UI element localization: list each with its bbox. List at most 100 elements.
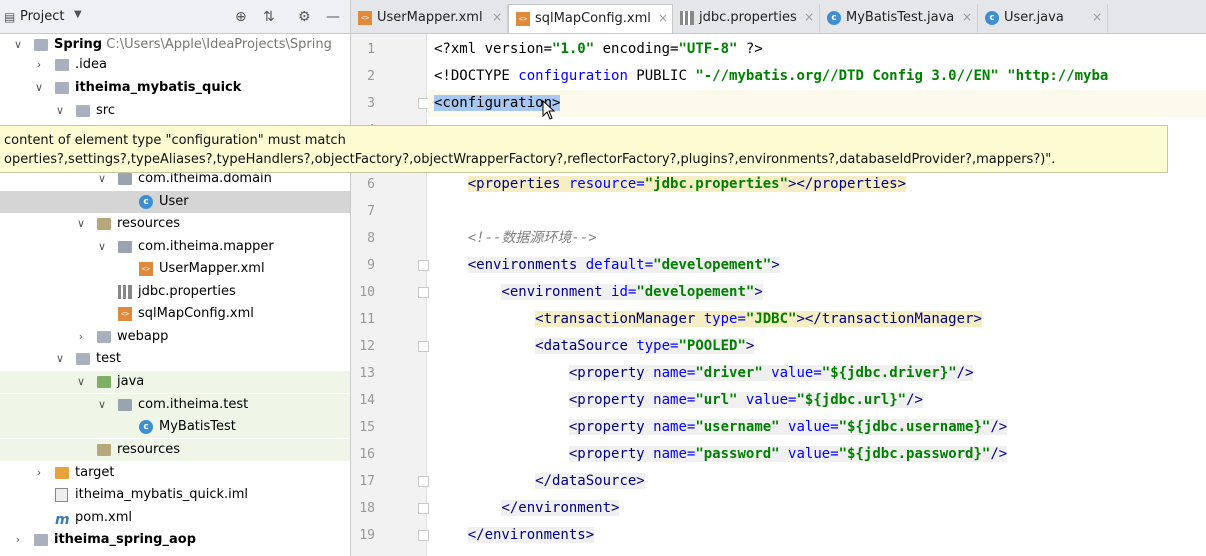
editor-tab[interactable]: c MyBatisTest.java × xyxy=(820,4,978,33)
editor-tab[interactable]: <> UserMapper.xml × xyxy=(351,4,508,33)
tree-item[interactable]: › itheima_spring_aop xyxy=(0,529,350,551)
close-icon[interactable]: × xyxy=(492,4,502,31)
code-line: <property name="password" value="${jdbc.… xyxy=(434,441,1008,468)
tree-item[interactable]: ∨ Spring C:\Users\Apple\IdeaProjects\Spri… xyxy=(0,34,350,56)
tree-item[interactable]: ∨ java xyxy=(0,371,350,393)
code-token: "JDBC" xyxy=(745,311,797,327)
close-icon[interactable]: × xyxy=(1092,4,1102,31)
code-token: <!DOCTYPE xyxy=(434,68,519,84)
tree-item-label: itheima_spring_aop xyxy=(54,532,196,547)
tooltip-line-1: content of element type "configuration" … xyxy=(4,133,346,148)
code-token: <!--数据源环境--> xyxy=(467,230,597,246)
tree-item-label: User xyxy=(159,194,189,209)
code-line: <properties resource="jdbc.properties"><… xyxy=(434,171,907,198)
line-number: 1 xyxy=(367,42,375,57)
tree-item[interactable]: m pom.xml xyxy=(0,507,350,529)
code-token: "${jdbc.username}" xyxy=(838,419,991,435)
tree-item[interactable]: ∨ com.itheima.test xyxy=(0,394,350,416)
code-token: value= xyxy=(779,419,839,435)
folder-icon xyxy=(97,331,111,343)
code-token: </dataSource> xyxy=(535,473,645,489)
code-line: <!DOCTYPE configuration PUBLIC "-//mybat… xyxy=(434,63,1108,90)
tree-item[interactable]: ∨ test xyxy=(0,348,350,370)
tree-item[interactable]: jdbc.properties xyxy=(0,281,350,303)
code-token: configuration xyxy=(518,68,628,84)
code-token: <property xyxy=(568,392,654,408)
chevron-down-icon[interactable]: ∨ xyxy=(54,100,66,122)
hide-panel-icon[interactable]: — xyxy=(326,9,340,25)
editor-tab[interactable]: <> sqlMapConfig.xml × xyxy=(508,4,673,33)
tree-item[interactable]: ∨ src xyxy=(0,100,350,122)
chevron-down-icon[interactable]: ▼ xyxy=(74,9,82,20)
code-token: PUBLIC xyxy=(627,68,696,84)
chevron-down-icon[interactable]: ∨ xyxy=(96,236,108,258)
editor-tab-label: sqlMapConfig.xml xyxy=(535,11,651,26)
tree-item[interactable]: c User xyxy=(0,191,350,213)
locate-target-icon[interactable]: ⊕ xyxy=(235,9,247,25)
tree-item[interactable]: › target xyxy=(0,462,350,484)
close-icon[interactable]: × xyxy=(658,5,668,32)
code-token: value= xyxy=(762,365,822,381)
chevron-down-icon[interactable]: ∨ xyxy=(12,34,24,56)
tree-item[interactable]: ∨ resources xyxy=(0,213,350,235)
chevron-down-icon[interactable]: ∨ xyxy=(96,394,108,416)
editor-tab[interactable]: jdbc.properties × xyxy=(673,4,820,33)
project-view-selector[interactable]: Project xyxy=(20,9,64,24)
tree-item[interactable]: <> UserMapper.xml xyxy=(0,258,350,280)
code-token: <property xyxy=(568,419,654,435)
tree-item[interactable]: ∨ com.itheima.mapper xyxy=(0,236,350,258)
tree-item[interactable]: › webapp xyxy=(0,326,350,348)
code-token: <properties xyxy=(467,176,569,192)
code-token: encoding= xyxy=(594,41,679,57)
tree-item-label: MyBatisTest xyxy=(159,419,236,434)
chevron-right-icon[interactable]: › xyxy=(75,326,87,348)
tree-item[interactable]: ∨ itheima_mybatis_quick xyxy=(0,77,350,99)
code-token: name= xyxy=(653,392,696,408)
chevron-down-icon[interactable]: ∨ xyxy=(75,213,87,235)
code-token: "${jdbc.password}" xyxy=(838,446,991,462)
maven-file-icon: m xyxy=(55,512,70,528)
project-tool-window: ▤ Project ▼ ⊕ ⇅ ⚙ — ∨ Spring C:\Users\App… xyxy=(0,0,350,556)
tree-item[interactable]: c MyBatisTest xyxy=(0,416,350,438)
folder-icon xyxy=(55,59,69,71)
tree-item[interactable]: itheima_mybatis_quick.iml xyxy=(0,484,350,506)
code-line: <property name="driver" value="${jdbc.dr… xyxy=(434,360,974,387)
tree-item[interactable]: <> sqlMapConfig.xml xyxy=(0,303,350,325)
folder-icon xyxy=(76,353,90,365)
chevron-right-icon[interactable]: › xyxy=(12,529,24,551)
chevron-down-icon[interactable]: ∨ xyxy=(33,77,45,99)
editor-tab-label: MyBatisTest.java xyxy=(846,10,955,25)
collapse-all-icon[interactable]: ⇅ xyxy=(263,9,275,25)
project-view-icon[interactable]: ▤ xyxy=(4,9,15,25)
line-number: 17 xyxy=(359,474,375,489)
code-token: type= xyxy=(703,311,746,327)
gear-icon[interactable]: ⚙ xyxy=(298,9,311,25)
code-token: name= xyxy=(653,419,696,435)
chevron-down-icon[interactable]: ∨ xyxy=(54,348,66,370)
code-editor: <> UserMapper.xml × <> sqlMapConfig.xml × jdbc… xyxy=(351,0,1206,556)
code-line: <!--数据源环境--> xyxy=(434,225,597,252)
chevron-right-icon[interactable]: › xyxy=(33,54,45,76)
tree-item[interactable]: resources xyxy=(0,439,350,461)
module-folder-icon xyxy=(55,82,69,94)
editor-tab-bar: <> UserMapper.xml × <> sqlMapConfig.xml × jdbc… xyxy=(351,0,1206,34)
chevron-right-icon[interactable]: › xyxy=(33,462,45,484)
code-token: > xyxy=(754,284,763,300)
code-token: <?xml version= xyxy=(434,41,553,57)
excluded-folder-icon xyxy=(55,467,69,479)
chevron-down-icon[interactable]: ∨ xyxy=(75,371,87,393)
resources-folder-icon xyxy=(97,218,111,230)
tree-item[interactable]: › .idea xyxy=(0,54,350,76)
close-icon[interactable]: × xyxy=(962,4,972,31)
code-token: "UTF-8" xyxy=(678,41,738,57)
close-icon[interactable]: × xyxy=(804,4,814,31)
code-token: name= xyxy=(653,365,696,381)
code-line: <?xml version="1.0" encoding="UTF-8" ?> xyxy=(434,36,763,63)
editor-tab[interactable]: c User.java × xyxy=(978,4,1108,33)
code-token: /> xyxy=(906,392,923,408)
